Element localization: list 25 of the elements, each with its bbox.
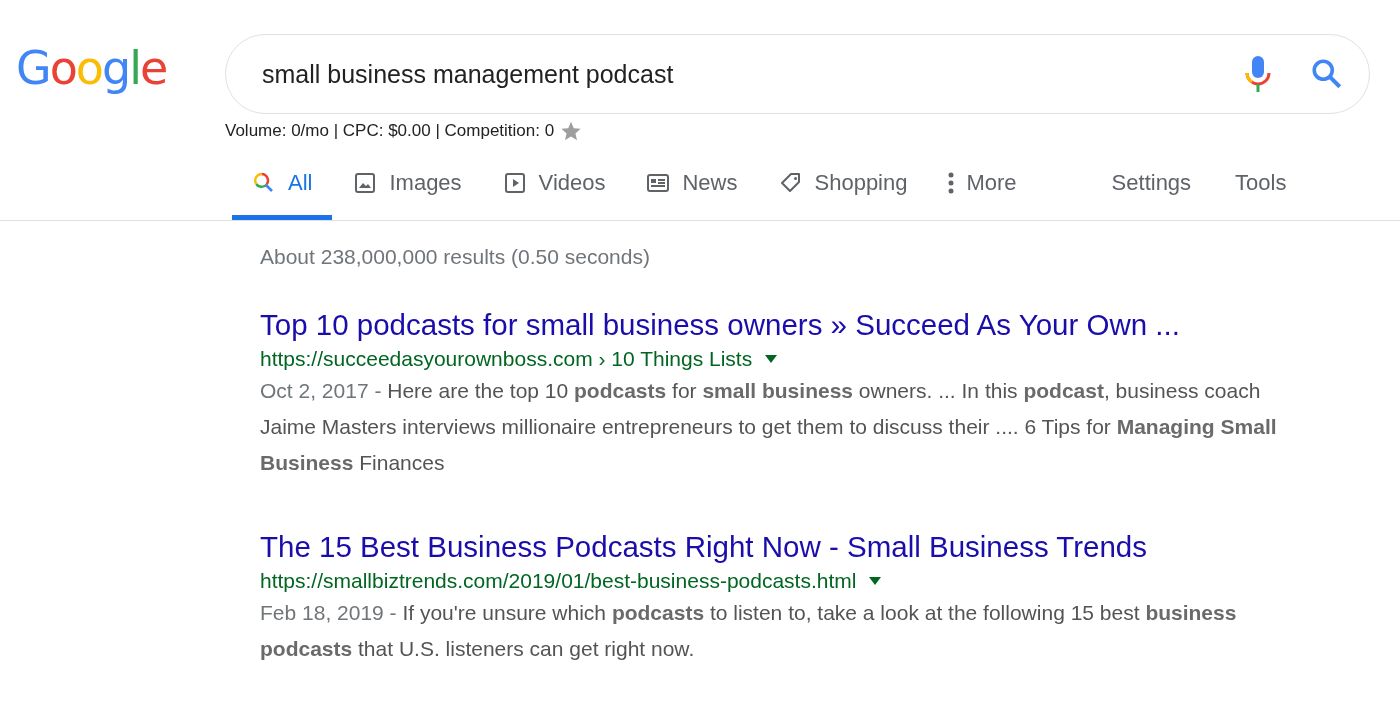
tab[interactable]: Shopping xyxy=(758,150,928,220)
result-title-link[interactable]: Top 10 podcasts for small business owners » Succeed As Your Own ... xyxy=(260,307,1305,343)
tab[interactable]: Videos xyxy=(482,150,626,220)
tab[interactable]: All xyxy=(232,150,333,220)
star-icon[interactable] xyxy=(560,120,583,142)
keyword-stats: Volume: 0/mo | CPC: $0.00 | Competition: 0 xyxy=(225,121,555,141)
play-icon xyxy=(502,170,527,195)
result-title-link[interactable]: The 15 Best Business Podcasts Right Now - Small Business Trends xyxy=(260,529,1305,565)
result-snippet: Oct 2, 2017 - Here are the top 10 podcasts for small business owners. ... In this podcast, business coach Jaime Masters interviews millionaire entrepreneurs to get them to discuss their .... 6 Tips for Managing Small Business Finances xyxy=(260,378,1278,476)
more-icon xyxy=(948,171,955,194)
caret-icon[interactable] xyxy=(764,354,779,364)
microphone-icon[interactable] xyxy=(1243,54,1273,94)
result-url[interactable]: https://smallbiztrends.com/2019/01/best-business-podcasts.html xyxy=(260,569,857,593)
logo[interactable]: Google xyxy=(16,41,225,95)
tab[interactable]: News xyxy=(626,150,758,220)
toolbar-link[interactable]: Settings xyxy=(1089,150,1214,220)
result-snippet: Feb 18, 2019 - If you're unsure which podcasts to listen to, take a look at the following 15 best business podcasts that U.S. listeners can get right now. xyxy=(260,600,1238,662)
tab[interactable]: More xyxy=(928,150,1037,220)
tag-icon xyxy=(778,170,803,195)
result-stats: About 238,000,000 results (0.50 seconds) xyxy=(260,245,651,269)
image-icon xyxy=(353,170,378,195)
caret-icon[interactable] xyxy=(868,576,883,586)
result-url[interactable]: https://succeedasyourownboss.com › 10 Things Lists xyxy=(260,347,753,371)
toolbar-link[interactable]: Tools xyxy=(1213,150,1309,220)
tab[interactable]: Images xyxy=(333,150,482,220)
